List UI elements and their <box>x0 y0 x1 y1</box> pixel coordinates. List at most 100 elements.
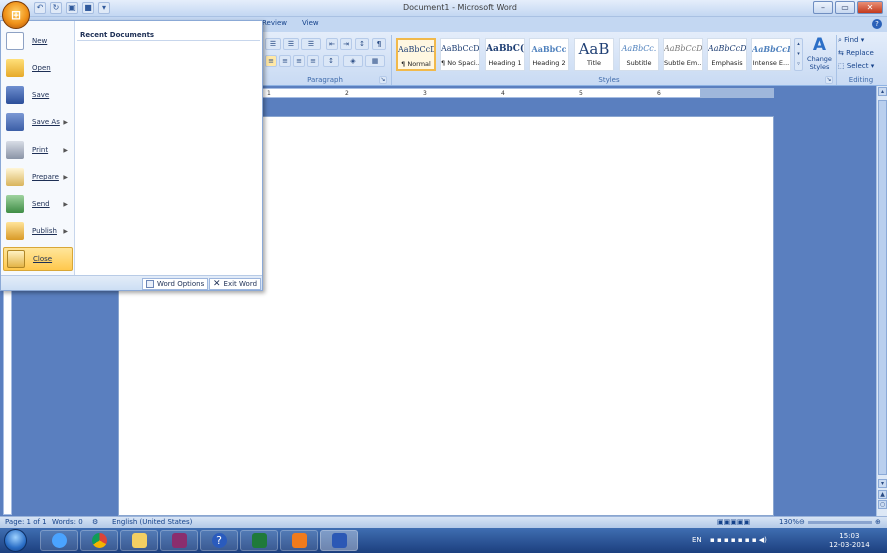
menu-item-open[interactable]: Open <box>3 56 73 80</box>
scroll-down-icon[interactable]: ▾ <box>878 479 887 488</box>
align-center-button[interactable]: ≡ <box>279 55 291 67</box>
recent-documents-title: Recent Documents <box>80 31 155 39</box>
zoom-in-icon[interactable]: ⊕ <box>875 518 881 526</box>
sort-button[interactable]: ↕ <box>355 38 369 50</box>
show-formatting-button[interactable]: ¶ <box>372 38 386 50</box>
taskbar-ie[interactable] <box>40 530 78 551</box>
menu-item-save[interactable]: Save <box>3 83 73 107</box>
help-icon[interactable]: ? <box>872 19 882 29</box>
taskbar-winrar[interactable] <box>160 530 198 551</box>
browse-object-icon[interactable]: ○ <box>878 500 887 509</box>
office-menu-commands: New Open Save Save As ▶ Print ▶ Prepare ▶ S… <box>1 21 75 275</box>
chrome-icon <box>91 533 107 548</box>
scroll-up-icon[interactable]: ▴ <box>878 87 887 96</box>
close-window-button[interactable]: ✕ <box>857 1 883 14</box>
align-left-button[interactable]: ≡ <box>265 55 277 67</box>
prev-page-icon[interactable]: ▲ <box>878 490 887 499</box>
word-count[interactable]: Words: 0 <box>52 518 83 526</box>
menu-item-new[interactable]: New <box>3 29 73 53</box>
borders-button[interactable]: ▦ <box>365 55 385 67</box>
menu-item-send[interactable]: Send ▶ <box>3 192 73 216</box>
tray-icons[interactable]: ▪ ▪ ▪ ▪ ▪ ▪ ▪ ◀) <box>710 536 767 544</box>
internet-explorer-icon <box>51 533 67 548</box>
select-button[interactable]: ⬚ Select ▾ <box>838 62 874 70</box>
vertical-ruler[interactable] <box>3 290 12 515</box>
zoom-out-icon[interactable]: ⊖ <box>799 518 805 526</box>
office-button[interactable]: ⊞ <box>2 1 30 29</box>
numbering-button[interactable]: ☰ <box>283 38 299 50</box>
style-heading-2[interactable]: AaBbCc Heading 2 <box>529 38 569 71</box>
style-emphasis[interactable]: AaBbCcDc Emphasis <box>707 38 747 71</box>
taskbar-chrome[interactable] <box>80 530 118 551</box>
align-right-button[interactable]: ≡ <box>293 55 305 67</box>
increase-indent-button[interactable]: ⇥ <box>340 38 352 50</box>
scroll-thumb[interactable] <box>878 100 887 475</box>
redo-icon[interactable]: ↻ <box>50 2 62 14</box>
zoom-level[interactable]: 130% <box>779 518 799 526</box>
tab-view[interactable]: View <box>302 19 319 27</box>
style-subtitle[interactable]: AaBbCc. Subtitle <box>619 38 659 71</box>
change-styles-button[interactable]: A Change Styles <box>806 35 833 75</box>
prepare-icon <box>6 168 24 186</box>
shading-button[interactable]: ◈ <box>343 55 363 67</box>
replace-button[interactable]: ⇆ Replace <box>838 49 874 57</box>
style-name: Subtle Em... <box>664 59 702 67</box>
view-buttons[interactable]: ▣▣▣▣▣ <box>717 518 750 526</box>
save-icon[interactable]: ■ <box>82 2 94 14</box>
minimize-button[interactable]: – <box>813 1 833 14</box>
exit-word-button[interactable]: ✕ Exit Word <box>209 278 262 290</box>
style-title[interactable]: AaB Title <box>574 38 614 71</box>
taskbar-excel[interactable] <box>240 530 278 551</box>
taskbar-help[interactable]: ? <box>200 530 238 551</box>
status-bar: Page: 1 of 1 Words: 0 ⚙ English (United … <box>0 516 887 528</box>
find-button[interactable]: ⌕ Find ▾ <box>838 36 864 45</box>
paragraph-dialog-launcher[interactable]: ↘ <box>379 76 387 84</box>
bullets-button[interactable]: ☰ <box>265 38 281 50</box>
styles-dialog-launcher[interactable]: ↘ <box>825 76 833 84</box>
style-normal[interactable]: AaBbCcDc ¶ Normal <box>396 38 436 71</box>
page-count[interactable]: Page: 1 of 1 <box>5 518 47 526</box>
print-preview-icon[interactable]: ▣ <box>66 2 78 14</box>
menu-item-publish[interactable]: Publish ▶ <box>3 219 73 243</box>
input-language[interactable]: EN <box>692 536 702 544</box>
start-button[interactable] <box>4 529 27 552</box>
style-subtle-emphasis[interactable]: AaBbCcDc Subtle Em... <box>663 38 703 71</box>
save-icon <box>6 86 24 104</box>
vertical-scrollbar[interactable]: ▴ ▾ ▲ ○ <box>876 86 887 516</box>
menu-item-label: Save As <box>32 118 60 126</box>
help-icon: ? <box>211 533 227 548</box>
change-styles-icon: A <box>812 35 827 55</box>
justify-button[interactable]: ≡ <box>307 55 319 67</box>
clock[interactable]: 15:03 12-03-2014 <box>829 532 870 550</box>
styles-gallery-scroll[interactable]: ▴ ▾ ▿ <box>794 38 803 71</box>
language-indicator[interactable]: English (United States) <box>112 518 192 526</box>
taskbar-explorer[interactable] <box>120 530 158 551</box>
maximize-button[interactable]: ▭ <box>835 1 855 14</box>
horizontal-ruler[interactable]: 1 2 3 4 5 6 7 <box>262 88 774 98</box>
new-doc-icon <box>6 32 24 50</box>
submenu-arrow-icon: ▶ <box>63 118 68 126</box>
decrease-indent-button[interactable]: ⇤ <box>326 38 338 50</box>
submenu-arrow-icon: ▶ <box>63 200 68 208</box>
menu-item-label: New <box>32 37 48 45</box>
style-heading-1[interactable]: AaBbC(Heading 1 <box>485 38 525 71</box>
style-sample: AaB <box>578 40 610 58</box>
menu-item-close[interactable]: Close <box>3 247 73 271</box>
menu-item-save-as[interactable]: Save As ▶ <box>3 110 73 134</box>
undo-icon[interactable]: ↶ <box>34 2 46 14</box>
zoom-slider[interactable] <box>808 521 872 524</box>
tab-review[interactable]: Review <box>262 19 287 27</box>
word-options-button[interactable]: Word Options <box>142 278 209 290</box>
style-intense-emphasis[interactable]: AaBbCcDc Intense E... <box>751 38 791 71</box>
line-spacing-button[interactable]: ↕ <box>323 55 339 67</box>
taskbar-q-app[interactable] <box>280 530 318 551</box>
qat-customize-icon[interactable]: ▾ <box>98 2 110 14</box>
style-name: Emphasis <box>711 59 743 67</box>
menu-item-print[interactable]: Print ▶ <box>3 138 73 162</box>
style-no-spacing[interactable]: AaBbCcDc ¶ No Spaci... <box>440 38 480 71</box>
proofing-icon[interactable]: ⚙ <box>92 518 98 526</box>
divider <box>77 40 260 41</box>
taskbar-word[interactable] <box>320 530 358 551</box>
multilevel-list-button[interactable]: ☰ <box>301 38 321 50</box>
menu-item-prepare[interactable]: Prepare ▶ <box>3 165 73 189</box>
